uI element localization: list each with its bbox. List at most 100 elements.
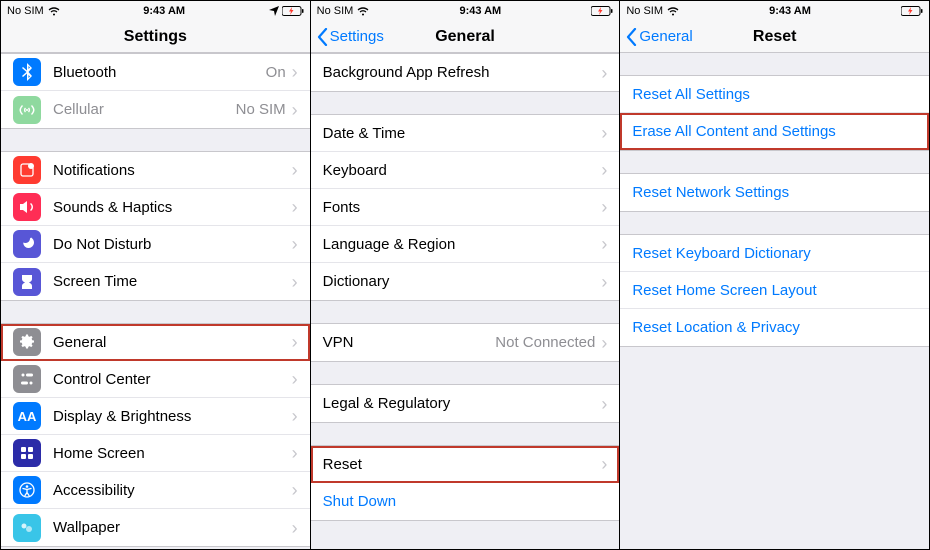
status-bar: No SIM 9:43 AM bbox=[311, 1, 620, 21]
page-title: Settings bbox=[124, 28, 187, 46]
row-label: Sounds & Haptics bbox=[53, 199, 292, 216]
row-erase-all[interactable]: Erase All Content and Settings bbox=[620, 113, 929, 150]
row-value: No SIM bbox=[236, 101, 286, 118]
chevron-right-icon: › bbox=[292, 235, 298, 253]
wifi-icon bbox=[48, 7, 60, 16]
homescreen-icon bbox=[13, 439, 41, 467]
row-label: Bluetooth bbox=[53, 64, 266, 81]
page-title: General bbox=[435, 28, 495, 46]
row-label: Reset Keyboard Dictionary bbox=[632, 245, 917, 262]
carrier-text: No SIM bbox=[626, 5, 663, 17]
row-keyboard[interactable]: Keyboard› bbox=[311, 152, 620, 189]
row-label: General bbox=[53, 334, 292, 351]
row-reset-location-privacy[interactable]: Reset Location & Privacy bbox=[620, 309, 929, 346]
chevron-right-icon: › bbox=[292, 370, 298, 388]
carrier-text: No SIM bbox=[7, 5, 44, 17]
back-button[interactable]: Settings bbox=[317, 27, 384, 45]
row-label: Display & Brightness bbox=[53, 408, 292, 425]
row-cellular[interactable]: Cellular No SIM › bbox=[1, 91, 310, 128]
row-notifications[interactable]: Notifications › bbox=[1, 152, 310, 189]
wifi-icon bbox=[667, 7, 679, 16]
row-reset[interactable]: Reset› bbox=[311, 446, 620, 483]
chevron-right-icon: › bbox=[292, 444, 298, 462]
clock-text: 9:43 AM bbox=[769, 5, 811, 17]
row-value: Not Connected bbox=[495, 334, 595, 351]
chevron-right-icon: › bbox=[292, 481, 298, 499]
row-label: Date & Time bbox=[323, 125, 602, 142]
row-reset-home-layout[interactable]: Reset Home Screen Layout bbox=[620, 272, 929, 309]
row-dictionary[interactable]: Dictionary› bbox=[311, 263, 620, 300]
row-fonts[interactable]: Fonts› bbox=[311, 189, 620, 226]
chevron-right-icon: › bbox=[601, 455, 607, 473]
chevron-right-icon: › bbox=[292, 161, 298, 179]
battery-icon bbox=[901, 6, 923, 16]
chevron-right-icon: › bbox=[601, 235, 607, 253]
wifi-icon bbox=[357, 7, 369, 16]
row-date-time[interactable]: Date & Time› bbox=[311, 115, 620, 152]
row-vpn[interactable]: VPN Not Connected › bbox=[311, 324, 620, 361]
clock-text: 9:43 AM bbox=[459, 5, 501, 17]
row-reset-network[interactable]: Reset Network Settings bbox=[620, 174, 929, 211]
row-wallpaper[interactable]: Wallpaper › bbox=[1, 509, 310, 546]
status-bar: No SIM 9:43 AM bbox=[620, 1, 929, 21]
chevron-right-icon: › bbox=[601, 161, 607, 179]
row-bluetooth[interactable]: Bluetooth On › bbox=[1, 54, 310, 91]
row-label: Dictionary bbox=[323, 273, 602, 290]
row-homescreen[interactable]: Home Screen › bbox=[1, 435, 310, 472]
chevron-right-icon: › bbox=[292, 407, 298, 425]
chevron-right-icon: › bbox=[292, 273, 298, 291]
clock-text: 9:43 AM bbox=[143, 5, 185, 17]
row-dnd[interactable]: Do Not Disturb › bbox=[1, 226, 310, 263]
row-value: On bbox=[266, 64, 286, 81]
chevron-right-icon: › bbox=[292, 198, 298, 216]
back-button[interactable]: General bbox=[626, 27, 692, 45]
row-label: Notifications bbox=[53, 162, 292, 179]
chevron-right-icon: › bbox=[292, 63, 298, 81]
chevron-right-icon: › bbox=[292, 519, 298, 537]
row-shutdown[interactable]: Shut Down bbox=[311, 483, 620, 520]
dnd-icon bbox=[13, 230, 41, 258]
nav-bar: General Reset bbox=[620, 21, 929, 53]
gear-icon bbox=[13, 328, 41, 356]
display-icon: AA bbox=[13, 402, 41, 430]
cellular-icon bbox=[13, 96, 41, 124]
notifications-icon bbox=[13, 156, 41, 184]
row-legal[interactable]: Legal & Regulatory› bbox=[311, 385, 620, 422]
chevron-right-icon: › bbox=[601, 395, 607, 413]
screen-reset: No SIM 9:43 AM General Reset Reset All S… bbox=[620, 1, 929, 549]
row-background-app-refresh[interactable]: Background App Refresh › bbox=[311, 54, 620, 91]
row-label: Shut Down bbox=[323, 493, 608, 510]
row-label: Fonts bbox=[323, 199, 602, 216]
row-label: Wallpaper bbox=[53, 519, 292, 536]
row-reset-all-settings[interactable]: Reset All Settings bbox=[620, 76, 929, 113]
screentime-icon bbox=[13, 268, 41, 296]
row-display[interactable]: AA Display & Brightness › bbox=[1, 398, 310, 435]
chevron-right-icon: › bbox=[292, 101, 298, 119]
row-label: Reset Location & Privacy bbox=[632, 319, 917, 336]
accessibility-icon bbox=[13, 476, 41, 504]
row-label: Home Screen bbox=[53, 445, 292, 462]
row-label: Erase All Content and Settings bbox=[632, 123, 917, 140]
row-general[interactable]: General › bbox=[1, 324, 310, 361]
row-accessibility[interactable]: Accessibility › bbox=[1, 472, 310, 509]
row-reset-keyboard-dict[interactable]: Reset Keyboard Dictionary bbox=[620, 235, 929, 272]
controlcenter-icon bbox=[13, 365, 41, 393]
chevron-right-icon: › bbox=[601, 64, 607, 82]
row-screentime[interactable]: Screen Time › bbox=[1, 263, 310, 300]
row-label: Legal & Regulatory bbox=[323, 395, 602, 412]
page-title: Reset bbox=[753, 28, 797, 46]
chevron-right-icon: › bbox=[292, 333, 298, 351]
row-label: Screen Time bbox=[53, 273, 292, 290]
row-label: VPN bbox=[323, 334, 496, 351]
wallpaper-icon bbox=[13, 514, 41, 542]
row-controlcenter[interactable]: Control Center › bbox=[1, 361, 310, 398]
battery-icon bbox=[282, 6, 304, 16]
row-label: Reset All Settings bbox=[632, 86, 917, 103]
row-label: Accessibility bbox=[53, 482, 292, 499]
battery-icon bbox=[591, 6, 613, 16]
row-sounds[interactable]: Sounds & Haptics › bbox=[1, 189, 310, 226]
row-label: Reset bbox=[323, 456, 602, 473]
row-label: Reset Network Settings bbox=[632, 184, 917, 201]
row-language-region[interactable]: Language & Region› bbox=[311, 226, 620, 263]
row-label: Background App Refresh bbox=[323, 64, 602, 81]
